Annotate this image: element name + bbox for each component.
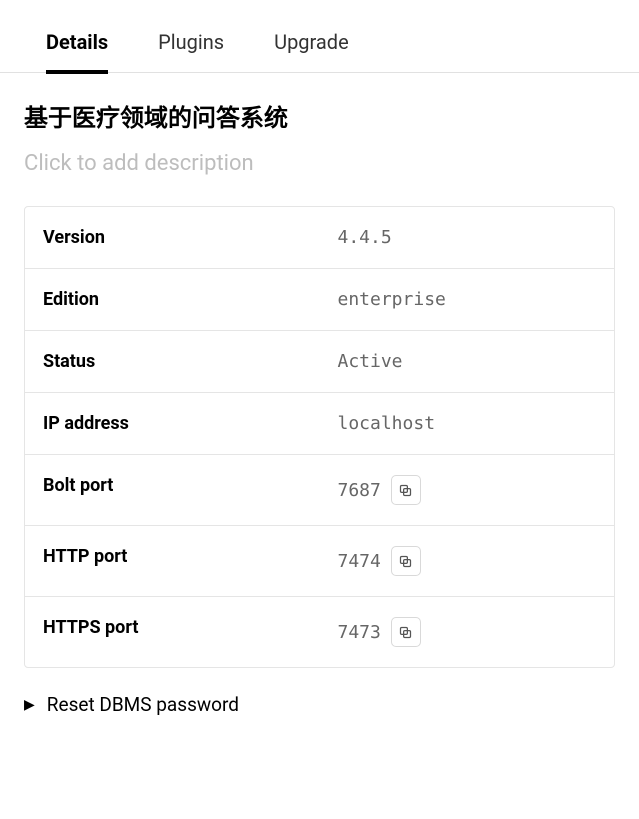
info-label-httpsport: HTTPS port [25, 597, 320, 667]
copy-icon [398, 625, 413, 640]
description-placeholder[interactable]: Click to add description [24, 151, 615, 176]
info-value-ipaddress: localhost [320, 393, 615, 454]
copy-button[interactable] [391, 475, 421, 505]
copy-button[interactable] [391, 617, 421, 647]
table-row: Edition enterprise [25, 269, 614, 331]
info-label-status: Status [25, 331, 320, 392]
info-label-edition: Edition [25, 269, 320, 330]
info-label-version: Version [25, 207, 320, 268]
info-label-ipaddress: IP address [25, 393, 320, 454]
info-value-status: Active [320, 331, 615, 392]
tab-plugins[interactable]: Plugins [158, 30, 224, 72]
info-label-boltport: Bolt port [25, 455, 320, 525]
tab-upgrade[interactable]: Upgrade [274, 30, 349, 72]
tab-bar: Details Plugins Upgrade [0, 0, 639, 73]
reset-dbms-password-toggle[interactable]: ▶ Reset DBMS password [0, 668, 639, 741]
copy-icon [398, 554, 413, 569]
table-row: HTTP port 7474 [25, 526, 614, 597]
table-row: Bolt port 7687 [25, 455, 614, 526]
table-row: HTTPS port 7473 [25, 597, 614, 667]
info-value-edition: enterprise [320, 269, 615, 330]
copy-button[interactable] [391, 546, 421, 576]
reset-dbms-password-label: Reset DBMS password [47, 693, 239, 716]
info-label-httpport: HTTP port [25, 526, 320, 596]
copy-icon [398, 483, 413, 498]
info-table: Version 4.4.5 Edition enterprise Status … [24, 206, 615, 668]
info-value-boltport: 7687 [320, 455, 615, 525]
page-title: 基于医疗领域的问答系统 [24, 98, 615, 133]
table-row: IP address localhost [25, 393, 614, 455]
info-value-version: 4.4.5 [320, 207, 615, 268]
info-value-httpport: 7474 [320, 526, 615, 596]
table-row: Version 4.4.5 [25, 207, 614, 269]
info-value-httpsport: 7473 [320, 597, 615, 667]
caret-right-icon: ▶ [24, 697, 35, 713]
tab-details[interactable]: Details [46, 30, 108, 74]
table-row: Status Active [25, 331, 614, 393]
